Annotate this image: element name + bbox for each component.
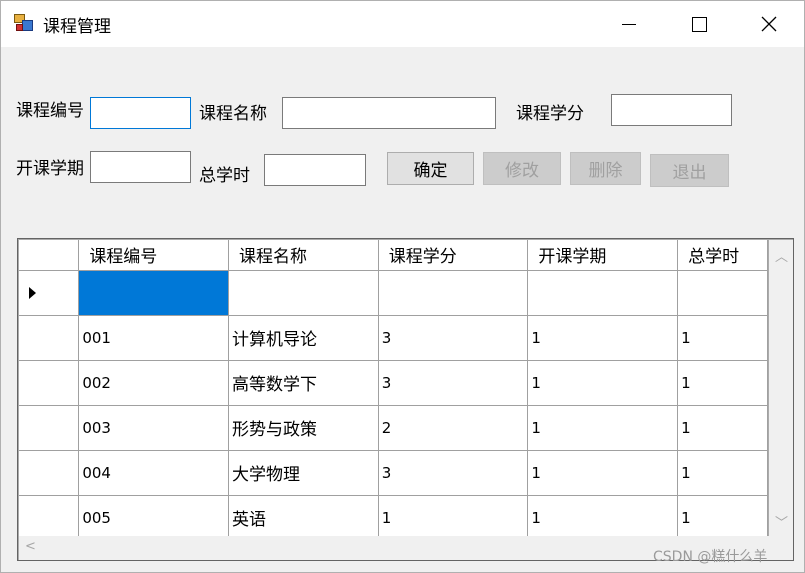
vertical-scrollbar[interactable]: ︿ ﹀ <box>769 240 793 536</box>
semester-input[interactable] <box>90 151 191 183</box>
maximize-icon <box>691 16 707 32</box>
column-header[interactable]: 总学时 <box>677 240 768 271</box>
current-row-arrow-icon <box>29 286 36 299</box>
table-cell[interactable]: 3 <box>378 315 529 361</box>
window-title: 课程管理 <box>43 17 111 37</box>
course-id-input[interactable] <box>90 97 191 129</box>
table-cell[interactable] <box>228 270 379 316</box>
table-cell[interactable]: 英语 <box>228 495 379 536</box>
table-cell[interactable]: 1 <box>677 495 768 536</box>
confirm-button[interactable]: 确定 <box>387 152 474 185</box>
hours-label: 总学时 <box>199 166 250 186</box>
app-form-icon <box>14 14 34 32</box>
table-cell[interactable]: 1 <box>527 405 679 451</box>
course-id-label: 课程编号 <box>16 101 84 121</box>
row-header[interactable] <box>19 270 80 316</box>
table-cell[interactable]: 1 <box>527 315 679 361</box>
credit-label: 课程学分 <box>516 104 584 124</box>
hours-input[interactable] <box>264 154 366 186</box>
table-row[interactable]: 001 计算机导论 3 1 1 <box>19 315 768 361</box>
close-icon <box>761 16 777 32</box>
row-header[interactable] <box>19 315 80 361</box>
course-management-window: 课程管理 课程编号 课程名称 课程学分 开课学期 总学时 确定 修改 删除 退出 <box>0 0 805 573</box>
table-row[interactable]: 004 大学物理 3 1 1 <box>19 450 768 496</box>
table-cell[interactable]: 1 <box>677 315 768 361</box>
table-cell[interactable]: 2 <box>378 405 529 451</box>
course-table: 课程编号 课程名称 课程学分 开课学期 总学时 001 计算机导论 3 1 1 … <box>19 240 768 536</box>
table-cell-selected[interactable] <box>78 270 229 316</box>
table-cell[interactable]: 002 <box>78 360 229 406</box>
course-name-input[interactable] <box>282 97 496 129</box>
table-cell[interactable]: 1 <box>527 450 679 496</box>
table-cell[interactable]: 高等数学下 <box>228 360 379 406</box>
scroll-up-icon[interactable]: ︿ <box>775 246 788 265</box>
minimize-icon <box>622 23 636 25</box>
table-cell[interactable] <box>527 270 679 316</box>
semester-label: 开课学期 <box>16 159 84 179</box>
new-entry-row[interactable] <box>19 270 768 316</box>
row-header[interactable] <box>19 405 80 451</box>
course-name-label: 课程名称 <box>199 104 267 124</box>
table-cell[interactable]: 1 <box>378 495 529 536</box>
table-cell[interactable]: 1 <box>677 360 768 406</box>
table-cell[interactable]: 1 <box>677 405 768 451</box>
table-cell[interactable] <box>677 270 768 316</box>
watermark: CSDN @糕什么羊 <box>653 549 768 565</box>
column-header[interactable]: 课程编号 <box>78 240 229 271</box>
minimize-button[interactable] <box>599 1 659 47</box>
column-header[interactable]: 课程名称 <box>228 240 379 271</box>
table-cell[interactable]: 004 <box>78 450 229 496</box>
table-cell[interactable]: 3 <box>378 360 529 406</box>
row-header[interactable] <box>19 360 80 406</box>
table-cell[interactable]: 大学物理 <box>228 450 379 496</box>
modify-button[interactable]: 修改 <box>483 152 561 185</box>
column-header[interactable]: 课程学分 <box>378 240 529 271</box>
row-header[interactable] <box>19 495 80 536</box>
table-cell[interactable]: 1 <box>527 360 679 406</box>
table-cell[interactable]: 计算机导论 <box>228 315 379 361</box>
exit-button[interactable]: 退出 <box>650 154 729 187</box>
table-cell[interactable]: 1 <box>677 450 768 496</box>
row-header[interactable] <box>19 450 80 496</box>
table-cell[interactable] <box>378 270 529 316</box>
table-cell[interactable]: 1 <box>527 495 679 536</box>
course-data-grid[interactable]: 课程编号 课程名称 课程学分 开课学期 总学时 001 计算机导论 3 1 1 … <box>17 238 794 561</box>
table-header-row: 课程编号 课程名称 课程学分 开课学期 总学时 <box>19 240 768 271</box>
close-button[interactable] <box>739 1 799 47</box>
column-header[interactable]: 开课学期 <box>527 240 679 271</box>
table-cell[interactable]: 001 <box>78 315 229 361</box>
table-row[interactable]: 002 高等数学下 3 1 1 <box>19 360 768 406</box>
table-cell[interactable]: 005 <box>78 495 229 536</box>
row-header-corner <box>19 240 80 271</box>
table-cell[interactable]: 形势与政策 <box>228 405 379 451</box>
grid-viewport: 课程编号 课程名称 课程学分 开课学期 总学时 001 计算机导论 3 1 1 … <box>19 240 768 536</box>
scroll-down-icon[interactable]: ﹀ <box>775 512 788 531</box>
delete-button[interactable]: 删除 <box>570 152 641 185</box>
table-cell[interactable]: 003 <box>78 405 229 451</box>
table-row[interactable]: 003 形势与政策 2 1 1 <box>19 405 768 451</box>
credit-input[interactable] <box>611 94 732 126</box>
maximize-button[interactable] <box>669 1 729 47</box>
table-cell[interactable]: 3 <box>378 450 529 496</box>
title-bar[interactable]: 课程管理 <box>1 1 804 47</box>
scroll-left-icon[interactable]: < <box>25 539 36 554</box>
table-row[interactable]: 005 英语 1 1 1 <box>19 495 768 536</box>
